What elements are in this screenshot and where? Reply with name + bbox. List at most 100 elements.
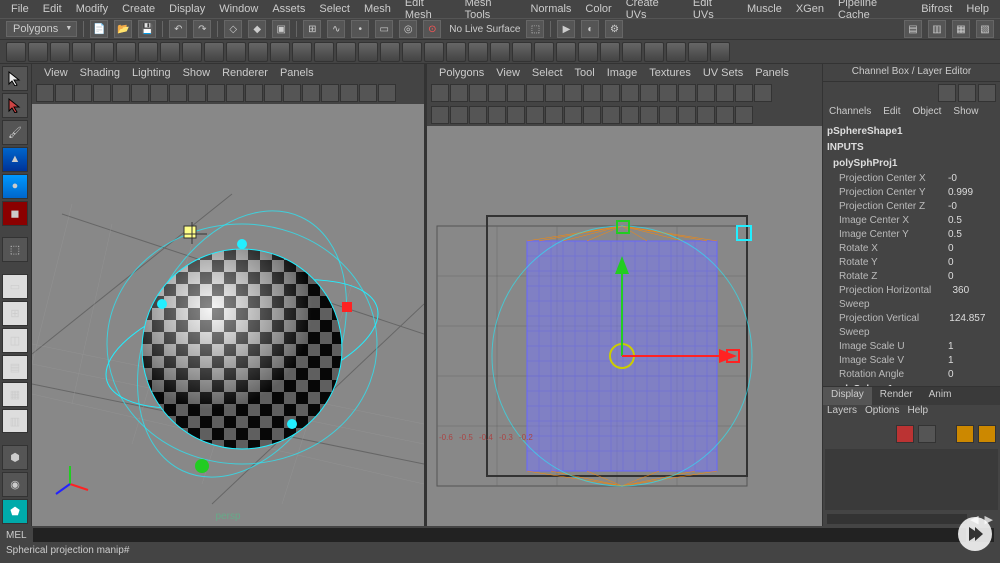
uv-tool-icon[interactable] bbox=[621, 84, 639, 102]
shelf-btn[interactable] bbox=[6, 42, 26, 62]
shelf-btn[interactable] bbox=[358, 42, 378, 62]
shelf-btn[interactable] bbox=[336, 42, 356, 62]
view-xray-icon[interactable] bbox=[283, 84, 301, 102]
rotate-tool[interactable]: ● bbox=[2, 174, 28, 199]
shelf-btn[interactable] bbox=[490, 42, 510, 62]
attr-row[interactable]: Image Scale V1 bbox=[827, 354, 996, 368]
menu-meshtools[interactable]: Mesh Tools bbox=[458, 0, 524, 23]
panel-show[interactable]: Show bbox=[177, 65, 217, 81]
lasso-tool[interactable] bbox=[2, 93, 28, 118]
attr-row[interactable]: Rotate Z0 bbox=[827, 270, 996, 284]
shelf-btn[interactable] bbox=[710, 42, 730, 62]
node-name[interactable]: pSphereShape1 bbox=[827, 124, 996, 140]
menu-select[interactable]: Select bbox=[312, 1, 357, 17]
layout-graph-icon[interactable]: ▥ bbox=[2, 409, 28, 434]
attr-row[interactable]: Rotation Angle0 bbox=[827, 368, 996, 382]
uv-uvsets[interactable]: UV Sets bbox=[697, 65, 749, 81]
uv-tool-icon[interactable] bbox=[431, 84, 449, 102]
paint-select-tool[interactable]: 🖌 bbox=[2, 120, 28, 145]
panel-renderer[interactable]: Renderer bbox=[216, 65, 274, 81]
shelf-btn[interactable] bbox=[644, 42, 664, 62]
snap-curve-icon[interactable]: ∿ bbox=[327, 20, 345, 38]
menu-assets[interactable]: Assets bbox=[265, 1, 312, 17]
uv-tool-icon[interactable] bbox=[678, 106, 696, 124]
uv-tool[interactable]: Tool bbox=[569, 65, 601, 81]
uv-tool-icon[interactable] bbox=[697, 84, 715, 102]
uv-tool-icon[interactable] bbox=[507, 84, 525, 102]
cb-tab-object[interactable]: Object bbox=[907, 104, 948, 122]
snap-plane-icon[interactable]: ▭ bbox=[375, 20, 393, 38]
uv-tool-icon[interactable] bbox=[450, 106, 468, 124]
menu-file[interactable]: File bbox=[4, 1, 36, 17]
cb-icon[interactable] bbox=[938, 84, 956, 102]
view-ao-icon[interactable] bbox=[340, 84, 358, 102]
view-motion-icon[interactable] bbox=[359, 84, 377, 102]
uv-panels[interactable]: Panels bbox=[749, 65, 795, 81]
menu-normals[interactable]: Normals bbox=[523, 1, 578, 17]
layer-help[interactable]: Help bbox=[907, 405, 928, 421]
uv-tool-icon[interactable] bbox=[431, 106, 449, 124]
menu-bifrost[interactable]: Bifrost bbox=[914, 1, 959, 17]
view-gate-icon[interactable] bbox=[150, 84, 168, 102]
layer-options[interactable]: Options bbox=[865, 405, 899, 421]
shelf-btn[interactable] bbox=[28, 42, 48, 62]
shelf-btn[interactable] bbox=[402, 42, 422, 62]
shelf-btn[interactable] bbox=[314, 42, 334, 62]
shelf-btn[interactable] bbox=[380, 42, 400, 62]
view-hq-icon[interactable] bbox=[302, 84, 320, 102]
undo-icon[interactable]: ↶ bbox=[169, 20, 187, 38]
snap-point-icon[interactable]: • bbox=[351, 20, 369, 38]
panel-view[interactable]: View bbox=[38, 65, 74, 81]
shelf-btn[interactable] bbox=[204, 42, 224, 62]
menu-modify[interactable]: Modify bbox=[69, 1, 115, 17]
uv-image[interactable]: Image bbox=[601, 65, 644, 81]
attr-row[interactable]: Image Center X0.5 bbox=[827, 214, 996, 228]
uv-tool-icon[interactable] bbox=[716, 84, 734, 102]
rendernode-icon[interactable]: ◉ bbox=[2, 472, 28, 497]
cb-tab-channels[interactable]: Channels bbox=[823, 104, 877, 122]
attr-row[interactable]: Projection Horizontal Sweep360 bbox=[827, 284, 996, 312]
cb-icon[interactable] bbox=[958, 84, 976, 102]
layer-tab-display[interactable]: Display bbox=[823, 387, 872, 405]
play-overlay-icon[interactable] bbox=[958, 517, 992, 551]
shelf-btn[interactable] bbox=[578, 42, 598, 62]
uv-textures[interactable]: Textures bbox=[643, 65, 697, 81]
uv-tool-icon[interactable] bbox=[526, 84, 544, 102]
uv-polygons[interactable]: Polygons bbox=[433, 65, 490, 81]
uv-tool-icon[interactable] bbox=[716, 106, 734, 124]
mel-input[interactable] bbox=[33, 528, 966, 542]
menu-create[interactable]: Create bbox=[115, 1, 162, 17]
cb-tab-show[interactable]: Show bbox=[947, 104, 984, 122]
view-shaded-icon[interactable] bbox=[169, 84, 187, 102]
shelf-btn[interactable] bbox=[666, 42, 686, 62]
scale-tool[interactable]: ◼ bbox=[2, 201, 28, 226]
shelf-btn[interactable] bbox=[292, 42, 312, 62]
layout-outliner-icon[interactable]: ▤ bbox=[2, 355, 28, 380]
uv-tool-icon[interactable] bbox=[583, 106, 601, 124]
uv-tool-icon[interactable] bbox=[488, 106, 506, 124]
menu-help[interactable]: Help bbox=[959, 1, 996, 17]
uv-tool-icon[interactable] bbox=[583, 84, 601, 102]
uv-tool-icon[interactable] bbox=[602, 84, 620, 102]
menu-pipelinecache[interactable]: Pipeline Cache bbox=[831, 0, 914, 23]
layout-two-icon[interactable]: ◫ bbox=[2, 328, 28, 353]
view-grid-icon[interactable] bbox=[93, 84, 111, 102]
ipr-icon[interactable]: ◐ bbox=[581, 20, 599, 38]
maya-logo-icon[interactable]: ⬟ bbox=[2, 499, 28, 524]
select-object-icon[interactable]: ◆ bbox=[248, 20, 266, 38]
menu-edituvs[interactable]: Edit UVs bbox=[686, 0, 740, 23]
move-tool[interactable]: ▲ bbox=[2, 147, 28, 172]
uv-tool-icon[interactable] bbox=[659, 106, 677, 124]
uv-tool-icon[interactable] bbox=[545, 84, 563, 102]
shelf-btn[interactable] bbox=[50, 42, 70, 62]
uv-tool-icon[interactable] bbox=[640, 84, 658, 102]
view-depth-icon[interactable] bbox=[378, 84, 396, 102]
shelf-btn[interactable] bbox=[622, 42, 642, 62]
uv-tool-icon[interactable] bbox=[640, 106, 658, 124]
uv-tool-icon[interactable] bbox=[564, 106, 582, 124]
add-to-layer-icon[interactable] bbox=[918, 425, 936, 443]
uv-tool-icon[interactable] bbox=[659, 84, 677, 102]
view-shadows-icon[interactable] bbox=[245, 84, 263, 102]
uv-tool-icon[interactable] bbox=[621, 106, 639, 124]
cb-tab-edit[interactable]: Edit bbox=[877, 104, 906, 122]
